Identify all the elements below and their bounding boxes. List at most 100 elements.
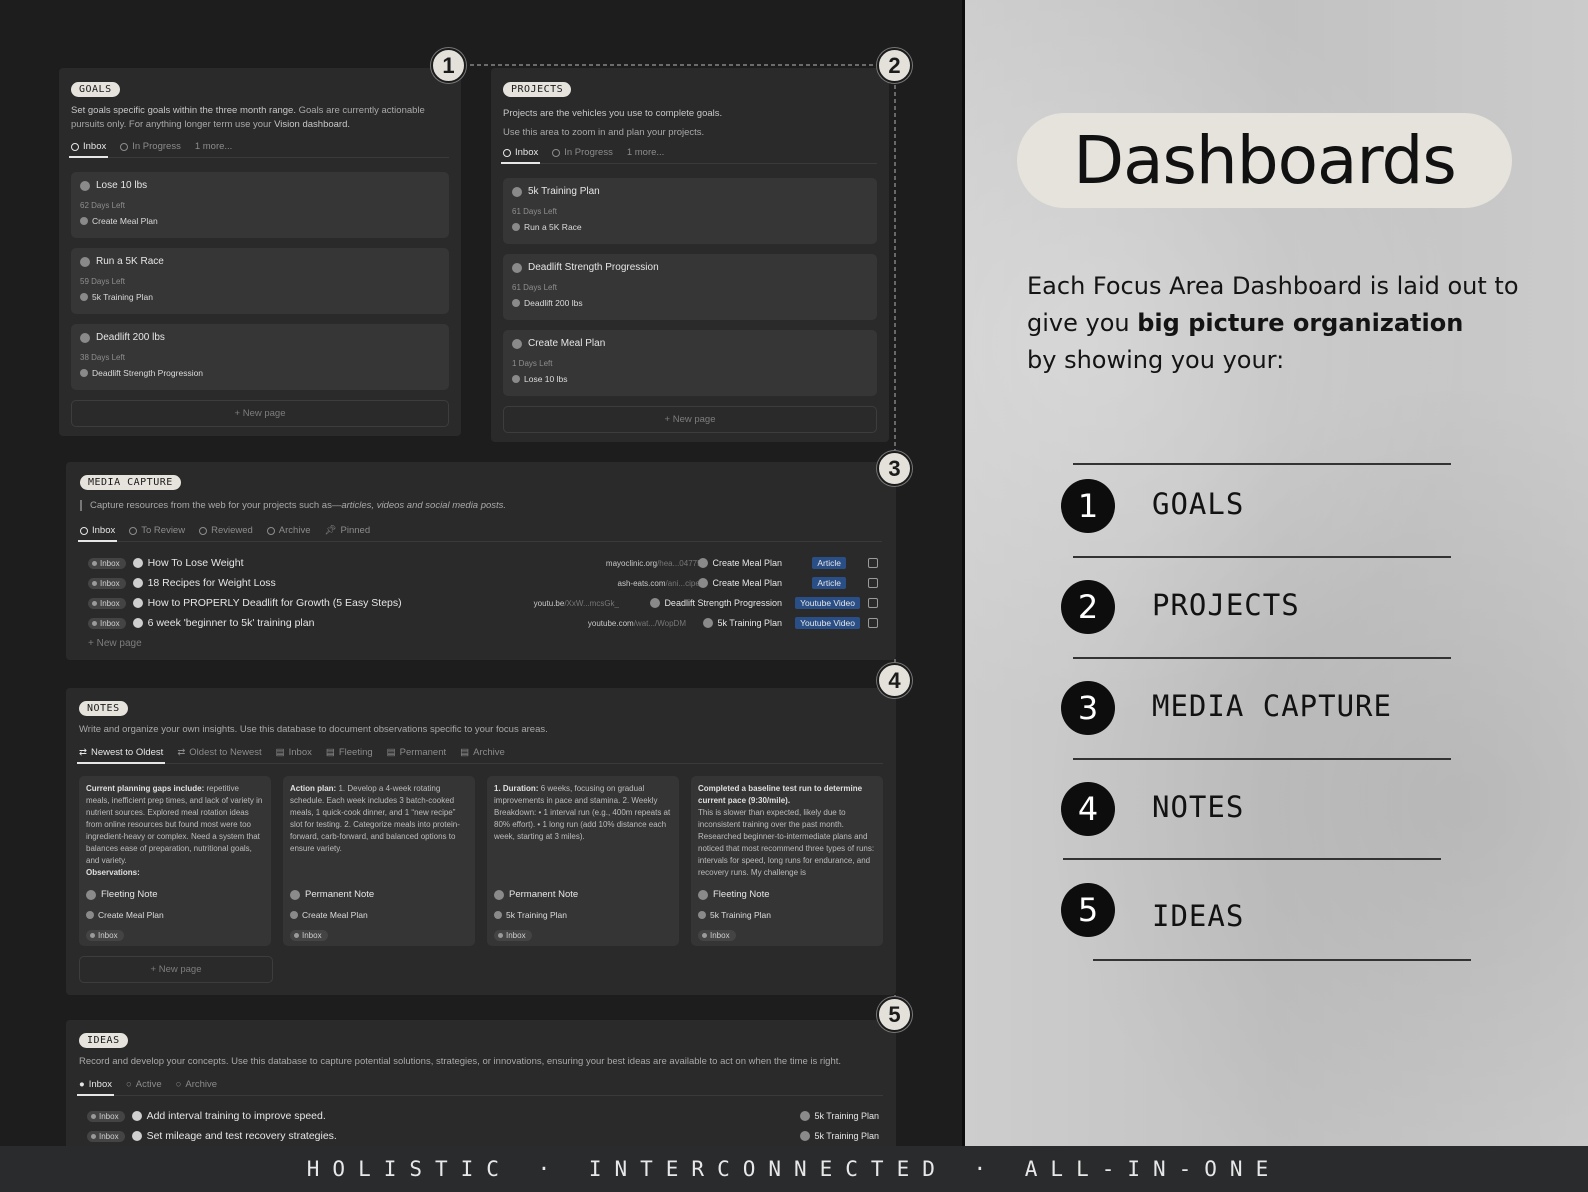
vision-link[interactable]: Vision dashboard. bbox=[274, 119, 350, 130]
status-badge: Inbox bbox=[494, 930, 532, 941]
tab-ideas-inbox[interactable]: ● Inbox bbox=[77, 1079, 114, 1096]
pinned-checkbox[interactable] bbox=[868, 558, 878, 568]
tab-notes-archive[interactable]: ▤ Archive bbox=[460, 747, 505, 758]
tab-projects-more[interactable]: 1 more... bbox=[627, 147, 665, 158]
tab-goals-more[interactable]: 1 more... bbox=[195, 141, 233, 152]
project-days-left: 61 Days Left bbox=[512, 283, 557, 292]
goal-project-link[interactable]: Create Meal Plan bbox=[92, 216, 158, 226]
tab-projects-in-progress[interactable]: In Progress bbox=[552, 147, 613, 158]
note-card[interactable]: Completed a baseline test run to determi… bbox=[691, 776, 883, 946]
pinned-checkbox[interactable] bbox=[868, 598, 878, 608]
idea-project[interactable]: 5k Training Plan bbox=[800, 1111, 879, 1121]
divider bbox=[1063, 858, 1441, 860]
notes-new-page-button[interactable]: + New page bbox=[79, 956, 273, 983]
tab-ideas-archive[interactable]: ○ Archive bbox=[176, 1079, 217, 1090]
list-item-notes: 4 NOTES bbox=[1061, 760, 1461, 860]
tab-projects-inbox[interactable]: Inbox bbox=[500, 147, 541, 164]
projects-new-page-button[interactable]: + New page bbox=[503, 406, 877, 433]
pinned-checkbox[interactable] bbox=[868, 578, 878, 588]
media-project[interactable]: Create Meal Plan bbox=[698, 558, 782, 568]
goal-days-left: 38 Days Left bbox=[80, 353, 125, 362]
media-url[interactable]: youtu.be/XxW...mcsGk_ bbox=[534, 599, 619, 608]
tagline: HOLISTIC · INTERCONNECTED · ALL-IN-ONE bbox=[306, 1157, 1282, 1181]
tab-media-inbox[interactable]: Inbox bbox=[77, 525, 118, 542]
media-project[interactable]: Create Meal Plan bbox=[698, 578, 782, 588]
pin-icon: 📌︎ bbox=[324, 525, 337, 536]
media-title: How To Lose Weight bbox=[147, 557, 244, 569]
tab-notes-newest[interactable]: ⇄ Newest to Oldest bbox=[76, 747, 166, 764]
tab-goals-in-progress[interactable]: In Progress bbox=[120, 141, 181, 152]
document-icon: ▤ bbox=[386, 747, 396, 758]
note-card[interactable]: Action plan: 1. Develop a 4-week rotatin… bbox=[283, 776, 475, 946]
tab-notes-permanent[interactable]: ▤ Permanent bbox=[387, 747, 446, 758]
tab-ideas-active[interactable]: ○ Active bbox=[126, 1079, 162, 1090]
goals-new-page-button[interactable]: + New page bbox=[71, 400, 449, 427]
notes-panel: NOTES Write and organize your own insigh… bbox=[66, 688, 896, 995]
tab-notes-fleeting[interactable]: ▤ Fleeting bbox=[326, 747, 373, 758]
note-card[interactable]: 1. Duration: 6 weeks, focusing on gradua… bbox=[487, 776, 679, 946]
note-icon bbox=[494, 889, 504, 900]
media-url[interactable]: ash-eats.com/ani...cipes/ bbox=[618, 579, 707, 588]
notes-description: Write and organize your own insights. Us… bbox=[79, 724, 548, 735]
goal-card[interactable]: Lose 10 lbs 62 Days Left Create Meal Pla… bbox=[71, 172, 449, 238]
tab-media-pinned[interactable]: 📌︎ Pinned bbox=[324, 525, 370, 536]
project-title: 5k Training Plan bbox=[528, 186, 600, 197]
item-number: 3 bbox=[1061, 681, 1115, 735]
media-type-tag: Article bbox=[812, 577, 846, 589]
globe-icon bbox=[266, 526, 275, 535]
document-icon: ▤ bbox=[275, 747, 285, 758]
project-icon bbox=[698, 558, 709, 568]
lightbulb-icon: ○ bbox=[175, 1079, 182, 1090]
media-row[interactable]: Inbox How to PROPERLY Deadlift for Growt… bbox=[88, 593, 882, 613]
status-badge: Inbox bbox=[88, 577, 126, 589]
idea-row[interactable]: Inbox Add interval training to improve s… bbox=[87, 1106, 883, 1126]
media-row[interactable]: Inbox How To Lose Weight mayoclinic.org/… bbox=[88, 553, 882, 573]
lightbulb-icon bbox=[131, 1131, 142, 1141]
idea-row[interactable]: Inbox Set mileage and test recovery stra… bbox=[87, 1126, 883, 1146]
media-url[interactable]: mayoclinic.org/hea...047752 bbox=[606, 559, 706, 568]
media-title: 18 Recipes for Weight Loss bbox=[147, 577, 276, 589]
project-icon bbox=[86, 911, 94, 919]
lightbulb-icon: ○ bbox=[126, 1079, 132, 1090]
status-badge: Inbox bbox=[88, 597, 126, 609]
tab-media-reviewed[interactable]: Reviewed bbox=[199, 525, 253, 536]
goal-project-link[interactable]: 5k Training Plan bbox=[92, 292, 153, 302]
goal-card[interactable]: Deadlift 200 lbs 38 Days Left Deadlift S… bbox=[71, 324, 449, 390]
project-card[interactable]: Create Meal Plan 1 Days Left Lose 10 lbs bbox=[503, 330, 877, 396]
goal-title: Run a 5K Race bbox=[96, 256, 164, 267]
cube-icon bbox=[503, 148, 511, 157]
note-card[interactable]: Current planning gaps include: repetitiv… bbox=[79, 776, 271, 946]
info-panel: Dashboards Each Focus Area Dashboard is … bbox=[962, 0, 1588, 1146]
pinned-checkbox[interactable] bbox=[868, 618, 878, 628]
media-new-page-button[interactable]: + New page bbox=[88, 633, 882, 653]
project-goal-link[interactable]: Deadlift 200 lbs bbox=[524, 298, 583, 308]
project-icon bbox=[512, 338, 522, 349]
project-card[interactable]: 5k Training Plan 61 Days Left Run a 5K R… bbox=[503, 178, 877, 244]
media-row[interactable]: Inbox 6 week 'beginner to 5k' training p… bbox=[88, 613, 882, 633]
media-url[interactable]: youtube.com/wat.../WopDM bbox=[588, 619, 686, 628]
title-pill: Dashboards bbox=[1017, 113, 1512, 208]
item-number: 5 bbox=[1061, 883, 1115, 937]
project-title: Create Meal Plan bbox=[528, 338, 606, 349]
idea-project[interactable]: 5k Training Plan bbox=[800, 1131, 879, 1141]
goal-project-link[interactable]: Deadlift Strength Progression bbox=[92, 368, 203, 378]
tab-media-to-review[interactable]: To Review bbox=[129, 525, 185, 536]
project-icon bbox=[512, 186, 522, 197]
project-goal-link[interactable]: Run a 5K Race bbox=[524, 222, 582, 232]
status-badge: Inbox bbox=[86, 930, 124, 941]
media-project[interactable]: Deadlift Strength Progression bbox=[650, 598, 782, 608]
goal-icon bbox=[80, 256, 90, 267]
tab-media-archive[interactable]: Archive bbox=[266, 525, 310, 536]
project-goal-link[interactable]: Lose 10 lbs bbox=[524, 374, 567, 384]
project-card[interactable]: Deadlift Strength Progression 61 Days Le… bbox=[503, 254, 877, 320]
media-row[interactable]: Inbox 18 Recipes for Weight Loss ash-eat… bbox=[88, 573, 882, 593]
tab-notes-inbox[interactable]: ▤ Inbox bbox=[276, 747, 312, 758]
tab-goals-inbox[interactable]: Inbox bbox=[68, 141, 109, 158]
tab-notes-oldest[interactable]: ⇄ Oldest to Newest bbox=[177, 747, 261, 758]
projects-pill: PROJECTS bbox=[503, 82, 572, 97]
project-icon bbox=[650, 598, 661, 608]
goal-card[interactable]: Run a 5K Race 59 Days Left 5k Training P… bbox=[71, 248, 449, 314]
project-icon bbox=[80, 369, 88, 377]
media-project[interactable]: 5k Training Plan bbox=[703, 618, 782, 628]
target-icon bbox=[71, 142, 79, 151]
